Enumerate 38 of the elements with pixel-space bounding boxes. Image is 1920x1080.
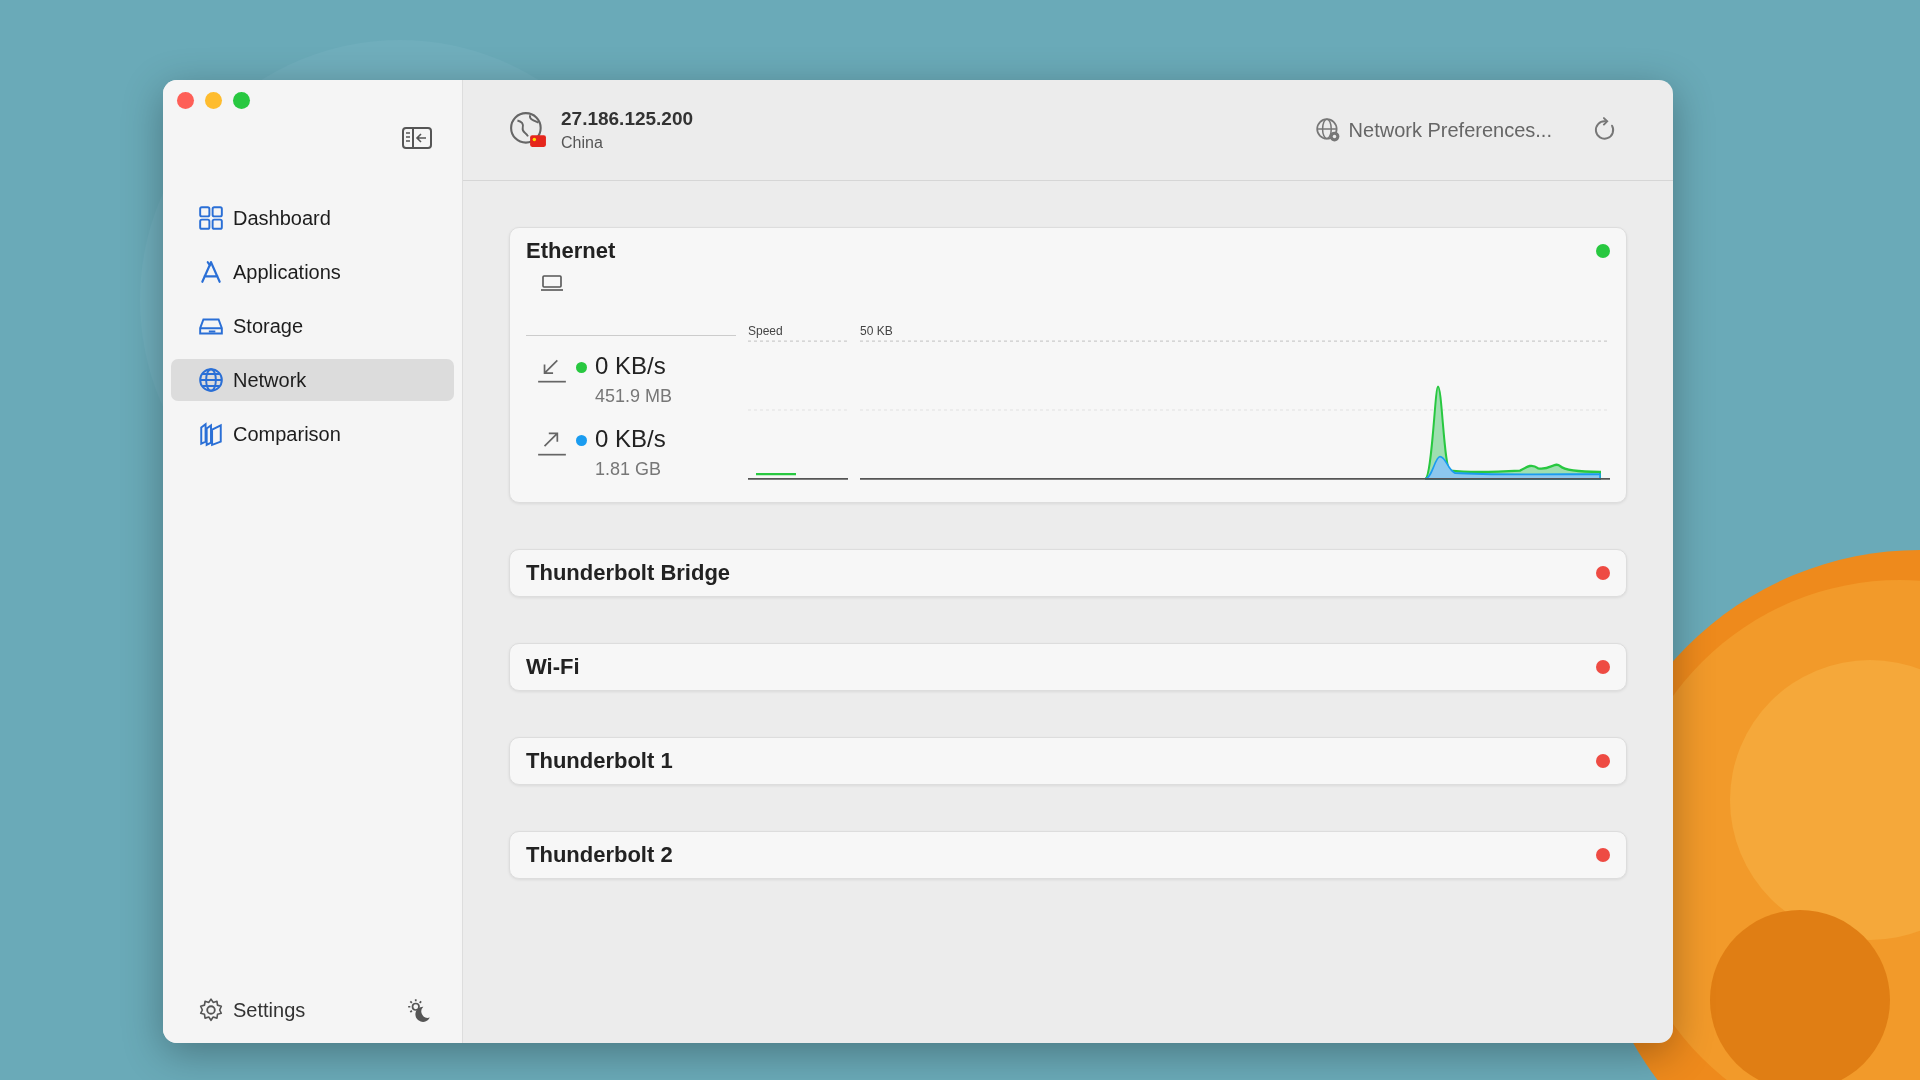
- speed-value: 0 KB/s: [595, 352, 667, 380]
- upload-arrow-icon: [536, 429, 568, 459]
- sidebar-toggle-icon[interactable]: [402, 127, 432, 149]
- sidebar-item[interactable]: Dashboard: [171, 197, 454, 239]
- sidebar-item[interactable]: Storage: [171, 305, 454, 347]
- country-label: China: [561, 134, 604, 152]
- chart-label: 50 KB: [860, 324, 894, 340]
- interface-card[interactable]: Wi-Fi: [509, 643, 1627, 691]
- interface-card[interactable]: Ethernet 0 KB/s 451.9 MB 0 KB/s 1.81 GB Speed 50 KB: [509, 227, 1627, 503]
- interface-name: Wi-Fi: [526, 654, 580, 680]
- sun-moon-icon[interactable]: [406, 997, 432, 1023]
- interface-name: Ethernet: [526, 238, 616, 264]
- interface-card[interactable]: Thunderbolt 2: [509, 831, 1627, 879]
- interface-name: Thunderbolt 2: [526, 842, 673, 868]
- settings-item[interactable]: Settings: [198, 997, 306, 1023]
- app-store-icon: [198, 259, 224, 285]
- total-value: 1.81 GB: [595, 459, 663, 480]
- grid-icon: [198, 205, 224, 231]
- network-preferences-button[interactable]: Network Preferences...: [1314, 117, 1552, 143]
- stacked-cards-icon: [198, 421, 224, 447]
- interface-card[interactable]: Thunderbolt 1: [509, 737, 1627, 785]
- interface-name: Thunderbolt Bridge: [526, 560, 731, 586]
- sidebar-item[interactable]: Network: [171, 359, 454, 401]
- sidebar-item[interactable]: Comparison: [171, 413, 454, 455]
- settings-icon: [198, 997, 224, 1023]
- laptop-icon: [540, 274, 564, 292]
- chart-label: Speed: [748, 324, 784, 340]
- globe-icon: [198, 367, 224, 393]
- total-value: 451.9 MB: [595, 386, 673, 407]
- close-button[interactable]: [177, 92, 194, 109]
- sidebar-item[interactable]: Applications: [171, 251, 454, 293]
- ip-address: 27.186.125.200: [561, 108, 694, 130]
- speed-value: 0 KB/s: [595, 425, 666, 453]
- interface-name: Thunderbolt 1: [526, 748, 673, 774]
- zoom-button[interactable]: [233, 92, 250, 109]
- globe-flag-icon: [509, 111, 547, 149]
- interface-card[interactable]: Thunderbolt Bridge: [509, 549, 1627, 597]
- globe-gear-icon: [1314, 117, 1341, 143]
